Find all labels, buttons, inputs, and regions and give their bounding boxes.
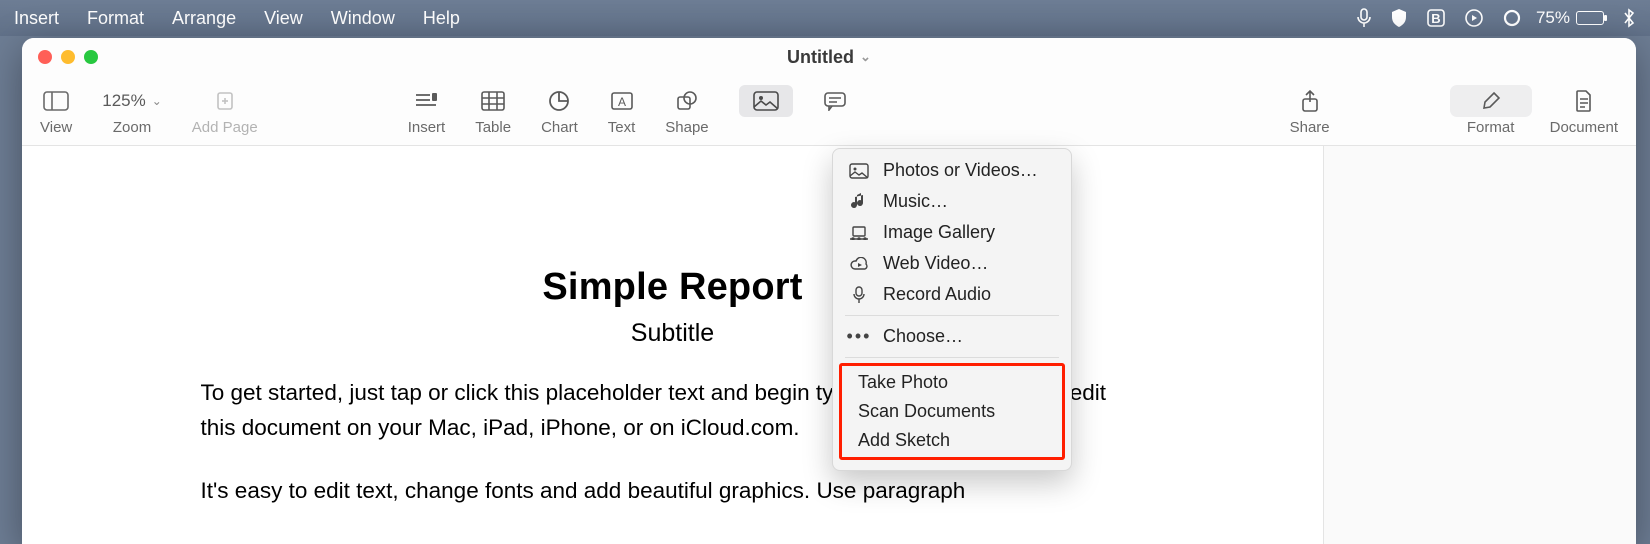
menu-scan-documents[interactable]: Scan Documents [842,397,1062,426]
menu-record-audio[interactable]: Record Audio [833,279,1071,310]
toolbar: View 125%⌄ Zoom Add Page Insert Table Ch… [22,76,1636,146]
view-button[interactable]: View [40,85,72,136]
menu-window[interactable]: Window [331,8,395,29]
svg-text:B: B [1431,11,1440,26]
zoom-value: 125% [102,91,145,111]
text-icon: A [610,85,634,117]
document-button[interactable]: Document [1550,85,1618,136]
document-icon [1575,85,1593,117]
menu-separator [845,315,1059,316]
table-icon [481,85,505,117]
content-area: Simple Report Subtitle To get started, j… [22,146,1636,544]
continuity-camera-group: Take Photo Scan Documents Add Sketch [839,363,1065,460]
menu-image-gallery[interactable]: Image Gallery [833,217,1071,248]
battery-percent: 75% [1536,8,1570,28]
comment-button[interactable] [823,85,847,136]
insert-icon [414,85,438,117]
circle-status-icon[interactable] [1502,8,1522,28]
zoom-button[interactable]: 125%⌄ Zoom [102,85,162,136]
menu-choose[interactable]: ••• Choose… [833,321,1071,352]
mic-icon [849,286,869,304]
menu-music[interactable]: Music… [833,186,1071,217]
battery-status[interactable]: 75% [1536,8,1604,28]
menu-add-sketch[interactable]: Add Sketch [842,426,1062,455]
system-menubar: Insert Format Arrange View Window Help B… [0,0,1650,36]
chevron-down-icon: ⌄ [860,49,871,65]
chevron-down-icon: ⌄ [152,94,162,108]
window-title[interactable]: Untitled ⌄ [22,47,1636,68]
app-window: Untitled ⌄ View 125%⌄ Zoom Add Page Inse… [22,38,1636,544]
menu-view[interactable]: View [264,8,303,29]
chart-button[interactable]: Chart [541,85,578,136]
inspector-panel [1323,146,1636,544]
brush-icon [1450,85,1532,117]
gallery-icon [849,226,869,240]
chart-icon [548,85,570,117]
music-icon [849,193,869,211]
svg-text:A: A [617,95,625,109]
plus-page-icon [215,85,235,117]
menu-take-photo[interactable]: Take Photo [842,368,1062,397]
menu-separator [845,357,1059,358]
b-status-icon[interactable]: B [1426,8,1446,28]
menu-arrange[interactable]: Arrange [172,8,236,29]
menu-format[interactable]: Format [87,8,144,29]
shield-status-icon[interactable] [1390,8,1408,28]
media-icon [739,85,793,117]
shape-icon [676,85,698,117]
share-button[interactable]: Share [1290,85,1330,136]
media-dropdown: Photos or Videos… Music… Image Gallery W… [832,148,1072,471]
battery-icon [1576,11,1604,25]
share-icon [1300,85,1320,117]
document-canvas[interactable]: Simple Report Subtitle To get started, j… [22,146,1323,544]
format-button[interactable]: Format [1450,85,1532,136]
insert-button[interactable]: Insert [408,85,446,136]
menu-web-video[interactable]: Web Video… [833,248,1071,279]
shape-button[interactable]: Shape [665,85,708,136]
comment-icon [823,85,847,117]
menu-insert[interactable]: Insert [14,8,59,29]
cloud-icon [849,257,869,271]
window-title-text: Untitled [787,47,854,68]
photos-icon [849,163,869,179]
sidebar-icon [43,85,69,117]
menu-help[interactable]: Help [423,8,460,29]
menu-photos-videos[interactable]: Photos or Videos… [833,155,1071,186]
titlebar: Untitled ⌄ [22,38,1636,76]
table-button[interactable]: Table [475,85,511,136]
doc-paragraph[interactable]: It's easy to edit text, change fonts and… [183,474,1163,509]
add-page-button[interactable]: Add Page [192,85,258,136]
play-status-icon[interactable] [1464,8,1484,28]
media-button[interactable] [739,85,793,136]
ellipsis-icon: ••• [849,326,869,347]
text-button[interactable]: A Text [608,85,636,136]
bluetooth-status-icon[interactable] [1622,8,1636,28]
mic-status-icon[interactable] [1356,8,1372,28]
